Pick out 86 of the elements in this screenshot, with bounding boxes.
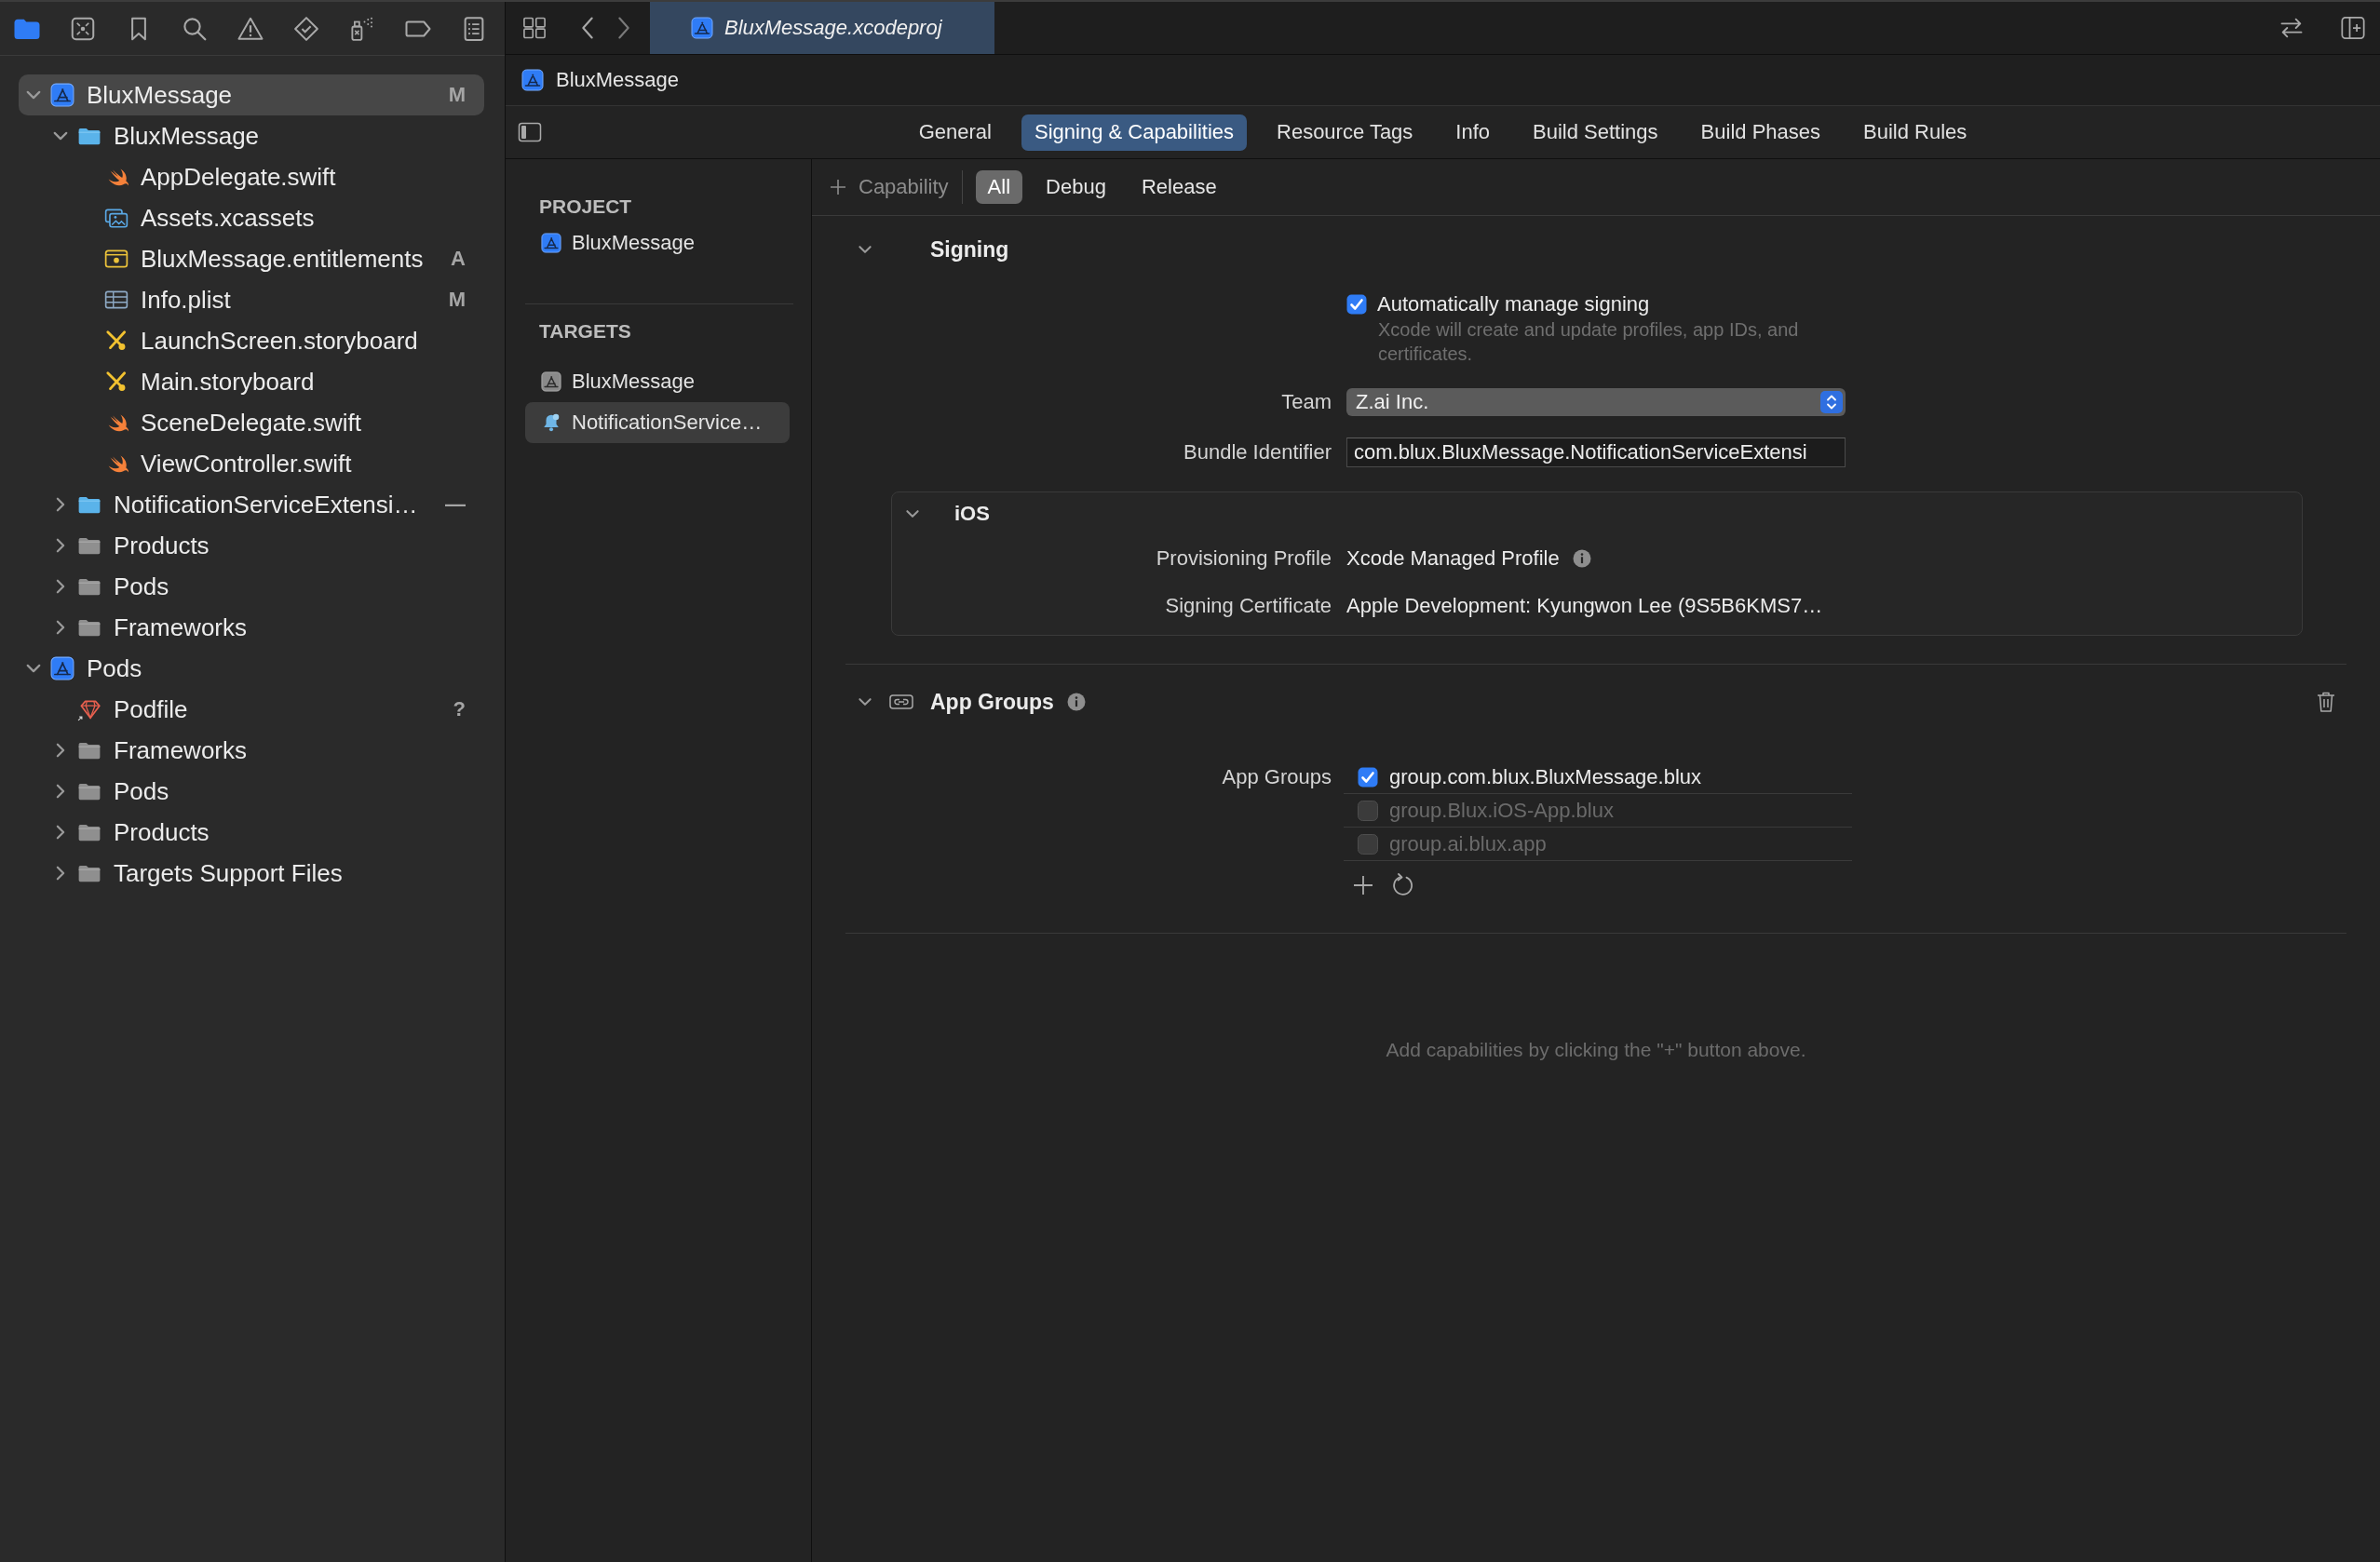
tab[interactable]: Build Settings xyxy=(1520,114,1671,151)
bundle-identifier-field[interactable]: com.blux.BluxMessage.NotificationServiceExtensi xyxy=(1346,438,1846,467)
app-icon xyxy=(50,656,74,680)
app-icon xyxy=(691,17,713,39)
group-name: group.ai.blux.app xyxy=(1389,831,1547,856)
group-name: group.Blux.iOS-App.blux xyxy=(1389,798,1614,823)
card-icon xyxy=(104,247,128,271)
updown-icon xyxy=(1820,391,1843,413)
field-label: Provisioning Profile xyxy=(1155,546,1332,571)
section-title: iOS xyxy=(954,502,990,526)
refresh-icon[interactable] xyxy=(1391,873,1415,897)
tree-item[interactable]: LaunchScreen.storyboard xyxy=(19,320,484,361)
trash-icon[interactable] xyxy=(2315,690,2337,714)
grid-icon[interactable] xyxy=(521,15,548,41)
tab[interactable]: General xyxy=(905,114,1005,151)
field-label: Bundle Identifier xyxy=(1183,440,1332,465)
diamond-check-icon[interactable] xyxy=(292,14,320,43)
plus-icon[interactable] xyxy=(1351,873,1375,897)
target-item[interactable]: NotificationService… xyxy=(525,402,790,443)
field-label: App Groups xyxy=(1221,764,1332,790)
field-value: Apple Development: Kyungwon Lee (9S5B6KMS7… xyxy=(1346,594,1823,618)
project-item[interactable]: BluxMessage xyxy=(525,222,790,263)
tree-item[interactable]: BluxMessage M xyxy=(19,74,484,115)
info-icon[interactable] xyxy=(1572,549,1591,568)
tree-item[interactable]: Podfile ? xyxy=(19,689,484,730)
crossed-tools-icon xyxy=(104,370,128,394)
tab[interactable]: Resource Tags xyxy=(1264,114,1427,151)
tree-item[interactable]: SceneDelegate.swift xyxy=(19,402,484,443)
status-letter: M xyxy=(448,83,466,107)
crossed-tools-icon xyxy=(104,329,128,353)
empty-hint: Add capabilities by clicking the "+" button above. xyxy=(1386,1039,1806,1060)
checkbox[interactable] xyxy=(1358,800,1378,821)
filter-tab[interactable]: All xyxy=(975,170,1023,204)
checkbox[interactable] xyxy=(1358,833,1378,855)
gem-icon xyxy=(77,697,101,721)
app-icon xyxy=(541,371,561,392)
section-header: PROJECT xyxy=(539,195,633,219)
tree-item[interactable]: ViewController.swift xyxy=(19,443,484,484)
tree-item[interactable]: Pods xyxy=(19,648,484,689)
app-icon xyxy=(50,83,74,107)
tree-item[interactable]: Pods xyxy=(19,566,484,607)
team-popup[interactable]: Z.ai Inc. xyxy=(1346,388,1846,416)
info-icon[interactable] xyxy=(1066,693,1086,711)
tree-item[interactable]: NotificationServiceExtensi… — xyxy=(19,484,484,525)
tab[interactable]: Info xyxy=(1442,114,1504,151)
app-icon xyxy=(541,233,561,253)
tree-item[interactable]: Frameworks xyxy=(19,730,484,771)
target-item[interactable]: BluxMessage xyxy=(525,361,790,402)
tab[interactable]: Build Phases xyxy=(1687,114,1833,151)
section-title: Signing xyxy=(930,236,1009,263)
add-capability-button[interactable]: Capability xyxy=(830,175,949,199)
field-label: Signing Certificate xyxy=(1164,594,1332,618)
status-letter: — xyxy=(445,492,466,517)
tree-item[interactable]: Main.storyboard xyxy=(19,361,484,402)
filter-tab[interactable]: Debug xyxy=(1034,170,1118,204)
group-name: group.com.blux.BluxMessage.blux xyxy=(1389,764,1702,789)
tree-item[interactable]: BluxMessage xyxy=(19,115,484,156)
status-letter: M xyxy=(448,288,466,312)
field-label: Team xyxy=(1280,390,1332,414)
tree-item[interactable]: Products xyxy=(19,525,484,566)
editor-tab[interactable]: BluxMessage.xcodeproj xyxy=(650,2,994,54)
tab[interactable]: Signing & Capabilities xyxy=(1021,114,1247,151)
tree-item[interactable]: Info.plist M xyxy=(19,279,484,320)
tree-item[interactable]: Targets Support Files xyxy=(19,853,484,894)
app-icon xyxy=(521,69,544,91)
tab[interactable]: Build Rules xyxy=(1850,114,1981,151)
checkbox[interactable] xyxy=(1346,294,1367,315)
breadcrumb-item[interactable]: BluxMessage xyxy=(521,68,680,92)
filter-tab[interactable]: Release xyxy=(1129,170,1229,204)
checkbox-label: Automatically manage signing xyxy=(1377,292,1650,316)
section-title: App Groups xyxy=(930,689,1054,715)
section-header: TARGETS xyxy=(539,319,632,343)
plus-icon xyxy=(830,179,846,195)
tree-item[interactable]: Products xyxy=(19,812,484,853)
checkbox[interactable] xyxy=(1358,766,1378,788)
tree-item[interactable]: Assets.xcassets xyxy=(19,197,484,238)
status-letter: ? xyxy=(453,697,466,721)
status-letter: A xyxy=(451,247,466,271)
field-value: Xcode Managed Profile xyxy=(1346,546,1560,571)
hint-text: Xcode will create and update profiles, app IDs, and certificates. xyxy=(1378,318,1800,366)
tree-item[interactable]: BluxMessage.entitlements A xyxy=(19,238,484,279)
tree-item[interactable]: Pods xyxy=(19,771,484,812)
tree-item[interactable]: Frameworks xyxy=(19,607,484,648)
sidebar-icon[interactable] xyxy=(518,121,542,143)
panel-plus-icon[interactable] xyxy=(2340,15,2366,41)
tree-item[interactable]: AppDelegate.swift xyxy=(19,156,484,197)
